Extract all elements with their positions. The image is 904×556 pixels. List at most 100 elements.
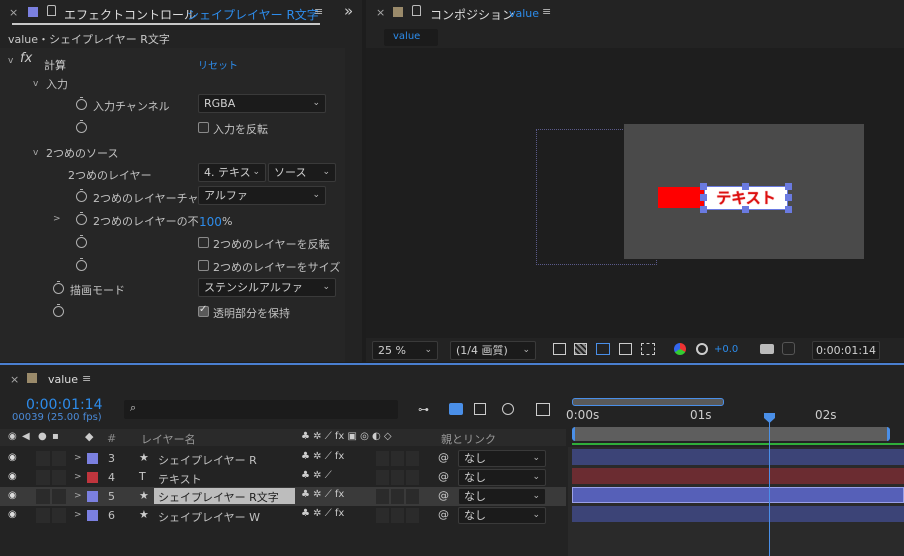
resolution-dropdown[interactable]: (1/4 画質) ⌄ [450,341,536,360]
pickwhip-icon[interactable]: @ [438,489,449,502]
layer-name[interactable]: シェイプレイヤー R [158,452,257,468]
twirl-icon[interactable]: > [74,491,82,501]
layer-bar[interactable] [572,468,904,484]
stopwatch-icon[interactable] [76,258,87,271]
layer-name[interactable]: テキスト [158,471,202,487]
shy-layers-icon[interactable] [474,403,486,415]
transform-handle[interactable] [700,194,707,201]
layer-row[interactable]: ◉ > 3 ★ シェイプレイヤー R ♣ ✲ ⟋ fx @ なし ⌄ [0,449,566,468]
switch-cell[interactable] [406,508,419,523]
eye-icon[interactable]: ◉ [8,471,17,482]
switch-cell[interactable] [376,451,389,466]
show-snapshot-icon[interactable] [782,342,795,355]
transform-handle[interactable] [785,183,792,190]
eye-icon[interactable]: ◉ [8,431,17,442]
second-layer-dropdown[interactable]: 4. テキス ⌄ [198,163,266,182]
twirl-icon[interactable]: > [74,453,82,463]
group-second-source[interactable]: 2つめのソース [46,145,118,161]
lock-icon[interactable]: ▪ [52,431,59,442]
panel-menu-icon[interactable]: ≡ [314,5,323,18]
lock-cell[interactable] [52,470,66,485]
label-color-chip[interactable] [87,453,98,464]
label-color-chip[interactable] [87,491,98,502]
tab-composition[interactable]: コンポジション [430,6,514,23]
audio-cell[interactable] [36,508,50,523]
switch-cell[interactable] [376,508,389,523]
expand-panels-icon[interactable]: » [344,2,353,20]
twirl-icon[interactable]: > [74,510,82,520]
audio-cell[interactable] [36,470,50,485]
stopwatch-icon[interactable] [76,212,87,225]
group-input[interactable]: 入力 [46,76,68,92]
parent-dropdown[interactable]: なし ⌄ [458,488,546,505]
panel-menu-icon[interactable]: ≡ [82,372,91,385]
close-icon[interactable]: × [10,373,19,386]
eye-icon[interactable]: ◉ [8,452,17,463]
transform-handle[interactable] [742,206,749,213]
fast-preview-icon[interactable] [553,343,566,355]
preserve-transparency-checkbox[interactable] [198,304,209,317]
transform-handle[interactable] [700,206,707,213]
comp-subtab[interactable]: value [384,29,438,46]
lock-cell[interactable] [52,508,66,523]
twirl-opacity-icon[interactable]: > [53,214,61,224]
graph-editor-icon[interactable] [536,403,550,416]
playhead-handle[interactable] [764,413,775,423]
layer-bar[interactable] [572,487,904,503]
tab-effect-controls[interactable]: エフェクトコントロール [64,6,196,23]
lock-cell[interactable] [52,489,66,504]
pickwhip-icon[interactable]: @ [438,451,449,464]
stopwatch-icon[interactable] [53,281,64,294]
close-icon[interactable]: × [9,6,18,19]
transform-handle[interactable] [700,183,707,190]
comp-timecode[interactable]: 0:00:01:14 [812,341,880,360]
comp-flowchart-icon[interactable]: ⊶ [418,403,429,416]
col-layer-name[interactable]: レイヤー名 [141,431,196,447]
transform-handle[interactable] [785,194,792,201]
twirl-fx-icon[interactable]: v [8,56,13,66]
audio-icon[interactable]: ◀ [22,431,30,442]
second-channel-dropdown[interactable]: アルファ ⌄ [198,186,326,205]
switch-cell[interactable] [391,451,404,466]
reset-link[interactable]: リセット [198,57,238,72]
stopwatch-icon[interactable] [76,120,87,133]
switch-cell[interactable] [406,489,419,504]
layer-row[interactable]: ◉ > 6 ★ シェイプレイヤー W ♣ ✲ ⟋ fx @ なし ⌄ [0,506,566,525]
input-channel-dropdown[interactable]: RGBA ⌄ [198,94,326,113]
audio-cell[interactable] [36,489,50,504]
parent-dropdown[interactable]: なし ⌄ [458,507,546,524]
eye-icon[interactable]: ◉ [8,490,17,501]
layer-name[interactable]: シェイプレイヤー R文字 [154,488,295,504]
switch-cell[interactable] [376,470,389,485]
layer-bar[interactable] [572,449,904,465]
twirl-icon[interactable]: > [74,472,82,482]
fx-icon[interactable]: fx [20,51,32,66]
color-management-icon[interactable] [696,343,708,355]
effect-name[interactable]: 計算 [44,57,66,73]
switch-cell[interactable] [391,470,404,485]
mask-path-icon[interactable] [596,343,610,355]
label-color-chip[interactable] [87,510,98,521]
transform-handle[interactable] [742,183,749,190]
switch-cell[interactable] [406,470,419,485]
tab-comp-name[interactable]: value [509,7,539,20]
pickwhip-icon[interactable]: @ [438,470,449,483]
lock-icon[interactable] [47,5,56,16]
frame-blending-icon[interactable] [502,403,514,415]
stretch-second-checkbox[interactable] [198,260,209,271]
stopwatch-icon[interactable] [53,304,64,317]
exposure-value[interactable]: +0.0 [714,344,738,355]
layer-bar[interactable] [572,506,904,522]
invert-second-checkbox[interactable] [198,237,209,248]
layer-row[interactable]: ◉ > 5 ★ シェイプレイヤー R文字 ♣ ✲ ⟋ fx @ なし ⌄ [0,487,566,506]
layer-name[interactable]: シェイプレイヤー W [158,509,260,525]
twirl-input-icon[interactable]: v [33,79,38,89]
timeline-timecode[interactable]: 0:00:01:14 [26,397,103,413]
second-opacity-value[interactable]: 100 [199,215,222,229]
snapshot-icon[interactable] [760,344,774,354]
second-layer-mode-dropdown[interactable]: ソース ⌄ [268,163,336,182]
solo-icon[interactable]: ● [38,431,47,442]
stopwatch-icon[interactable] [76,189,87,202]
blend-mode-dropdown[interactable]: ステンシルアルファ ⌄ [198,278,336,297]
tab-layer-name[interactable]: シェイプレイヤー R文字 [187,6,319,23]
